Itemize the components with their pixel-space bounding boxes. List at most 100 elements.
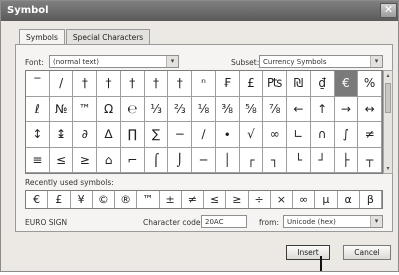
symbol-cell[interactable]: ₫ — [310, 71, 335, 97]
symbol-cell[interactable]: € — [334, 71, 359, 97]
symbol-cell[interactable]: † — [168, 71, 193, 97]
recent-symbol-cell[interactable]: ≤ — [204, 191, 227, 208]
symbol-cell[interactable]: ℮ — [120, 96, 145, 122]
recent-symbol-cell[interactable]: ™ — [137, 191, 160, 208]
symbol-cell[interactable]: ₧ — [263, 71, 288, 97]
recent-symbol-cell[interactable]: ® — [115, 191, 138, 208]
symbol-cell[interactable]: ⅔ — [168, 96, 193, 122]
scroll-down-icon[interactable]: ▾ — [384, 164, 392, 173]
font-dropdown[interactable]: (normal text) ▾ — [49, 55, 179, 68]
symbol-cell[interactable]: ⌡ — [168, 147, 193, 173]
symbol-cell[interactable]: ∟ — [287, 122, 311, 148]
recent-symbols-grid: € £ ¥ © ® ™ ± ≠ ≤ ≥ ÷ × ∞ µ α β — [25, 190, 383, 209]
symbol-cell[interactable]: † — [97, 71, 121, 97]
symbol-cell[interactable]: ⅝ — [239, 96, 264, 122]
recent-symbol-cell[interactable]: £ — [48, 191, 71, 208]
symbol-cell[interactable]: ∩ — [310, 122, 335, 148]
chevron-down-icon: ▾ — [370, 56, 382, 67]
recent-symbol-cell[interactable]: ± — [160, 191, 182, 208]
symbol-cell[interactable]: † — [144, 71, 169, 97]
symbol-cell[interactable]: ← — [287, 96, 311, 122]
symbol-cell[interactable]: † — [73, 71, 98, 97]
character-code-label: Character code: — [143, 218, 204, 227]
symbol-cell[interactable]: │ — [215, 147, 240, 173]
symbol-cell[interactable]: ⅛ — [192, 96, 216, 122]
insert-button[interactable]: Insert — [286, 245, 330, 260]
symbol-cell[interactable]: ≥ — [73, 147, 98, 173]
font-label: Font: — [25, 58, 44, 67]
close-icon[interactable]: ✕ — [380, 3, 397, 18]
symbol-cell[interactable]: ⌠ — [144, 147, 169, 173]
symbol-cell[interactable]: ≡ — [26, 147, 50, 173]
recent-symbol-cell[interactable]: ÷ — [249, 191, 271, 208]
symbol-cell[interactable]: / — [49, 71, 74, 97]
symbol-cell[interactable]: ∑ — [144, 122, 169, 148]
recent-symbol-cell[interactable]: € — [26, 191, 49, 208]
recent-symbol-cell[interactable]: ∞ — [293, 191, 316, 208]
symbol-cell[interactable]: ⅞ — [263, 96, 288, 122]
symbol-cell[interactable]: ∂ — [73, 122, 98, 148]
symbol-grid-scrollbar[interactable]: ▴ ▾ — [383, 70, 393, 174]
from-value: Unicode (hex) — [287, 218, 336, 226]
symbol-cell[interactable]: ™ — [73, 96, 98, 122]
recent-symbol-cell[interactable]: © — [93, 191, 115, 208]
symbol-cell[interactable]: ⅜ — [215, 96, 240, 122]
symbol-cell[interactable]: Ω — [97, 96, 121, 122]
symbol-cell[interactable]: ⌂ — [97, 147, 121, 173]
chevron-down-icon: ▾ — [370, 216, 382, 227]
symbol-cell[interactable]: − — [168, 122, 193, 148]
symbol-cell[interactable]: ↕ — [26, 122, 50, 148]
character-code-input[interactable]: 20AC — [201, 215, 247, 228]
symbol-cell[interactable]: → — [334, 96, 359, 122]
symbol-cell[interactable]: ∫ — [334, 122, 359, 148]
symbol-cell[interactable]: ≠ — [358, 122, 382, 148]
from-dropdown[interactable]: Unicode (hex) ▾ — [283, 215, 383, 228]
symbol-cell[interactable]: ≤ — [49, 147, 74, 173]
tab-special-characters[interactable]: Special Characters — [65, 29, 151, 45]
chevron-down-icon: ▾ — [166, 56, 178, 67]
symbol-cell[interactable]: ↔ — [358, 96, 382, 122]
symbol-cell[interactable]: ₪ — [287, 71, 311, 97]
recent-symbol-cell[interactable]: β — [360, 191, 382, 208]
symbol-cell[interactable]: № — [49, 96, 74, 122]
symbol-cell[interactable]: ‾ — [26, 71, 50, 97]
symbol-cell[interactable]: ⅓ — [144, 96, 169, 122]
symbol-cell[interactable]: └ — [287, 147, 311, 173]
symbol-dialog: Symbol ✕ Symbols Special Characters Font… — [0, 0, 399, 272]
symbol-cell[interactable]: ┐ — [263, 147, 288, 173]
symbol-cell[interactable]: ├ — [334, 147, 359, 173]
subset-dropdown[interactable]: Currency Symbols ▾ — [259, 55, 383, 68]
symbol-cell[interactable]: √ — [239, 122, 264, 148]
cancel-button[interactable]: Cancel — [343, 245, 391, 260]
symbol-cell[interactable]: ┬ — [358, 147, 382, 173]
recent-symbol-cell[interactable]: × — [271, 191, 293, 208]
symbol-cell[interactable]: ┌ — [239, 147, 264, 173]
symbol-cell[interactable]: ⁿ — [192, 71, 216, 97]
symbol-cell[interactable]: ↑ — [310, 96, 335, 122]
scroll-thumb[interactable] — [385, 83, 391, 113]
symbol-cell[interactable]: † — [120, 71, 145, 97]
symbol-cell[interactable]: ₣ — [215, 71, 240, 97]
symbol-cell[interactable]: £ — [239, 71, 264, 97]
symbol-cell[interactable]: ∆ — [97, 122, 121, 148]
symbol-cell[interactable]: ∞ — [263, 122, 288, 148]
symbol-cell[interactable]: ↨ — [49, 122, 74, 148]
recent-symbol-cell[interactable]: ≠ — [182, 191, 204, 208]
symbol-cell[interactable]: ─ — [192, 147, 216, 173]
recent-symbol-cell[interactable]: ≥ — [226, 191, 249, 208]
subset-label: Subset: — [231, 58, 260, 67]
symbol-cell[interactable]: ∕ — [192, 122, 216, 148]
recent-symbol-cell[interactable]: µ — [315, 191, 338, 208]
symbol-cell[interactable]: ⌐ — [120, 147, 145, 173]
symbol-cell[interactable]: ∙ — [215, 122, 240, 148]
symbol-cell[interactable]: ┘ — [310, 147, 335, 173]
recent-symbol-cell[interactable]: ¥ — [71, 191, 93, 208]
scroll-up-icon[interactable]: ▴ — [384, 71, 392, 80]
tab-strip: Symbols Special Characters — [19, 29, 151, 46]
title-bar: Symbol — [1, 1, 398, 21]
symbol-cell[interactable]: ℓ — [26, 96, 50, 122]
font-value: (normal text) — [53, 58, 100, 66]
symbol-cell[interactable]: ∏ — [120, 122, 145, 148]
recent-symbol-cell[interactable]: α — [338, 191, 360, 208]
symbol-cell[interactable]: % — [358, 71, 382, 97]
